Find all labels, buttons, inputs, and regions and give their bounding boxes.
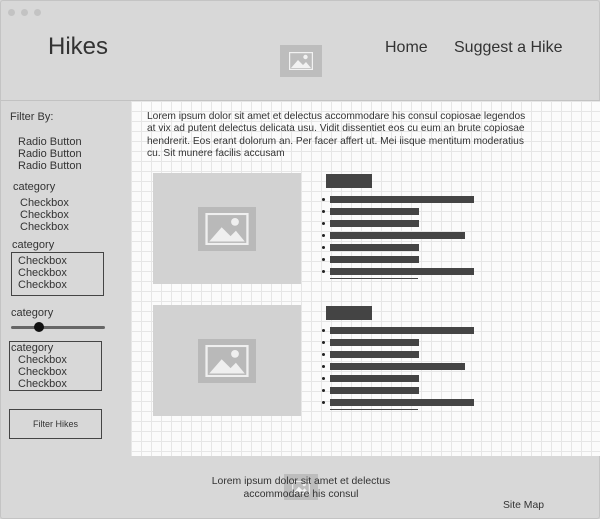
hike-card-1-bullet <box>322 194 482 206</box>
hike-card-2-bullet <box>322 373 482 385</box>
checkbox-1b[interactable]: Checkbox <box>20 209 69 221</box>
checkbox-1a[interactable]: Checkbox <box>20 197 69 209</box>
checkbox-3b[interactable]: Checkbox <box>18 366 67 378</box>
hike-card-1-divider <box>330 278 418 279</box>
hike-card-1-bullet <box>322 218 482 230</box>
category-label-1: category <box>13 181 56 193</box>
checkbox-2c[interactable]: Checkbox <box>18 279 67 291</box>
nav-home-link[interactable]: Home <box>385 39 428 57</box>
intro-paragraph: Lorem ipsum dolor sit amet et delectus a… <box>147 111 526 159</box>
window-maximize-dot[interactable] <box>34 9 41 16</box>
hike-card-1-image-icon <box>198 207 256 251</box>
hike-card-2-title[interactable] <box>326 306 372 320</box>
hike-card-1-bullet <box>322 230 482 242</box>
category-label-slider: category <box>11 307 54 319</box>
hike-card-2-image[interactable] <box>153 305 301 416</box>
radio-option-1[interactable]: Radio Button <box>18 136 82 148</box>
hike-card-2-bullet <box>322 397 482 409</box>
filter-by-label: Filter By: <box>10 111 54 123</box>
site-header: Hikes Home Suggest a Hike <box>1 21 600 101</box>
nav-suggest-hike-link[interactable]: Suggest a Hike <box>454 39 563 57</box>
checkbox-2b[interactable]: Checkbox <box>18 267 67 279</box>
radio-option-2[interactable]: Radio Button <box>18 148 82 160</box>
site-map-link[interactable]: Site Map <box>503 500 544 511</box>
footer-text: Lorem ipsum dolor sit amet et delectus a… <box>211 476 391 500</box>
hike-card-2-bullet <box>322 349 482 361</box>
checkbox-1c[interactable]: Checkbox <box>20 221 69 233</box>
hike-card-1-bullet <box>322 206 482 218</box>
category-slider-track[interactable] <box>11 326 105 329</box>
hike-card-2-bullet <box>322 361 482 373</box>
checkbox-2a[interactable]: Checkbox <box>18 255 67 267</box>
hike-card-1-bullet <box>322 254 482 266</box>
hike-card-2-divider <box>330 409 418 410</box>
hike-card-1-image[interactable] <box>153 173 301 284</box>
hike-card-1-bullet <box>322 266 482 278</box>
hike-card-2-image-icon <box>198 339 256 383</box>
checkbox-3a[interactable]: Checkbox <box>18 354 67 366</box>
category-slider-handle[interactable] <box>34 322 44 332</box>
site-footer: Lorem ipsum dolor sit amet et delectus a… <box>1 456 600 519</box>
site-brand[interactable]: Hikes <box>48 33 108 61</box>
app-window: Hikes Home Suggest a Hike Filter By: Rad… <box>0 0 600 519</box>
category-label-2: category <box>12 239 55 251</box>
window-minimize-dot[interactable] <box>21 9 28 16</box>
radio-option-3[interactable]: Radio Button <box>18 160 82 172</box>
category-label-3: category <box>11 342 54 354</box>
window-close-dot[interactable] <box>8 9 15 16</box>
filter-sidebar: Filter By: Radio Button Radio Button Rad… <box>1 101 131 456</box>
hike-card-1-bullet <box>322 242 482 254</box>
hike-card-2-bullet <box>322 385 482 397</box>
checkbox-3c[interactable]: Checkbox <box>18 378 67 390</box>
main-content: Lorem ipsum dolor sit amet et delectus a… <box>131 101 600 456</box>
hike-card-2-bullet <box>322 325 482 337</box>
filter-hikes-button[interactable]: Filter Hikes <box>9 409 102 439</box>
header-image-icon <box>280 45 322 77</box>
title-bar <box>1 1 600 21</box>
hike-card-2-bullet <box>322 337 482 349</box>
hike-card-1-title[interactable] <box>326 174 372 188</box>
